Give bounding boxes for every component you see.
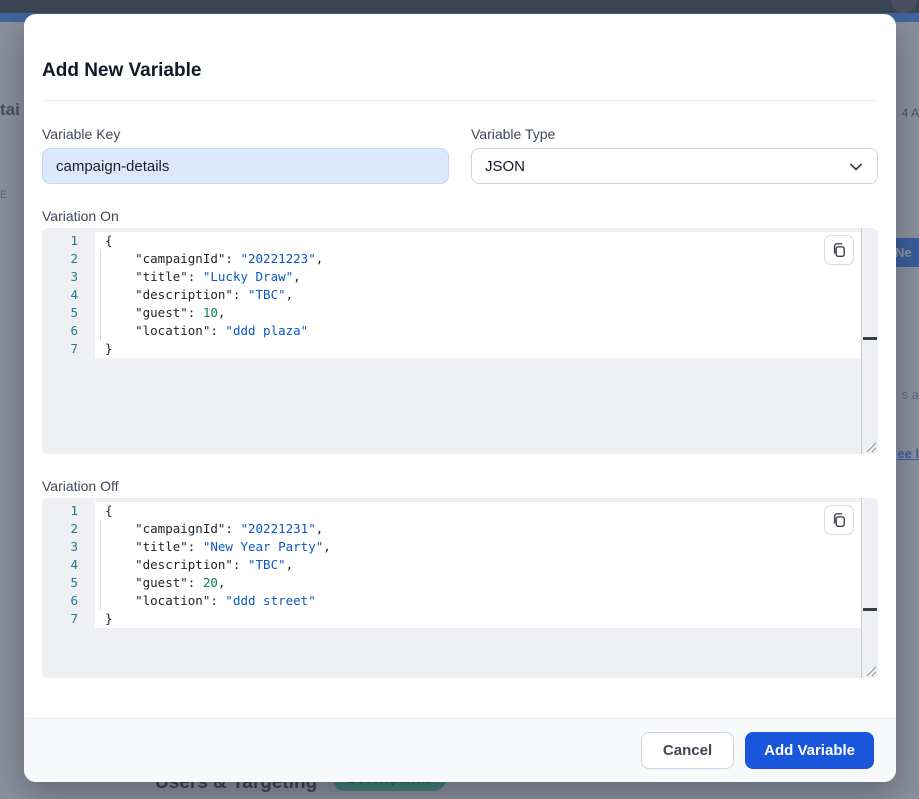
code-line[interactable]: 5 "guest": 20, (42, 574, 862, 592)
code-line[interactable]: 4 "description": "TBC", (42, 556, 862, 574)
line-content[interactable]: } (95, 340, 862, 358)
line-content[interactable]: "title": "New Year Party", (95, 538, 862, 556)
variable-key-label: Variable Key (42, 126, 449, 142)
line-number: 6 (42, 592, 95, 610)
code-line[interactable]: 4 "description": "TBC", (42, 286, 862, 304)
modal-title: Add New Variable (42, 60, 878, 82)
variation-off-label: Variation Off (42, 478, 878, 494)
line-content[interactable]: "campaignId": "20221231", (95, 520, 862, 538)
code-line[interactable]: 6 "location": "ddd plaza" (42, 322, 862, 340)
line-number: 1 (42, 502, 95, 520)
line-content[interactable]: "title": "Lucky Draw", (95, 268, 862, 286)
code-line[interactable]: 7} (42, 340, 862, 358)
code-line[interactable]: 7} (42, 610, 862, 628)
line-number: 6 (42, 322, 95, 340)
variation-off-editor[interactable]: 1{2 "campaignId": "20221231",3 "title": … (42, 498, 878, 678)
line-number: 3 (42, 538, 95, 556)
line-content[interactable]: } (95, 610, 862, 628)
code-area[interactable]: 1{2 "campaignId": "20221223",3 "title": … (42, 228, 878, 358)
cancel-button[interactable]: Cancel (641, 732, 734, 769)
copy-button[interactable] (824, 505, 854, 535)
line-content[interactable]: "guest": 20, (95, 574, 862, 592)
scrollbar-track (861, 498, 862, 678)
variation-on-label: Variation On (42, 208, 878, 224)
variation-on-editor[interactable]: 1{2 "campaignId": "20221223",3 "title": … (42, 228, 878, 454)
line-number: 7 (42, 610, 95, 628)
code-area[interactable]: 1{2 "campaignId": "20221231",3 "title": … (42, 498, 878, 628)
variable-key-field-group: Variable Key (42, 126, 449, 184)
scrollbar-track (861, 228, 862, 454)
indent-guide (100, 250, 101, 340)
line-number: 2 (42, 520, 95, 538)
line-number: 4 (42, 286, 95, 304)
variable-type-select[interactable]: JSON (471, 148, 878, 184)
line-content[interactable]: "location": "ddd street" (95, 592, 862, 610)
line-content[interactable]: { (95, 502, 862, 520)
modal-footer: Cancel Add Variable (24, 718, 896, 782)
line-number: 7 (42, 340, 95, 358)
variable-type-label: Variable Type (471, 126, 878, 142)
line-number: 3 (42, 268, 95, 286)
scrollbar-thumb[interactable] (863, 337, 877, 340)
add-variable-button[interactable]: Add Variable (745, 732, 874, 769)
line-number: 1 (42, 232, 95, 250)
copy-icon (831, 242, 847, 258)
code-line[interactable]: 2 "campaignId": "20221223", (42, 250, 862, 268)
code-line[interactable]: 1{ (42, 502, 862, 520)
code-line[interactable]: 3 "title": "New Year Party", (42, 538, 862, 556)
line-number: 4 (42, 556, 95, 574)
line-content[interactable]: "description": "TBC", (95, 286, 862, 304)
variable-type-field-group: Variable Type JSON (471, 126, 878, 184)
code-line[interactable]: 3 "title": "Lucky Draw", (42, 268, 862, 286)
resize-handle-icon[interactable] (865, 665, 876, 676)
scrollbar-thumb[interactable] (863, 608, 877, 611)
line-content[interactable]: "description": "TBC", (95, 556, 862, 574)
line-number: 5 (42, 574, 95, 592)
resize-handle-icon[interactable] (865, 441, 876, 452)
code-line[interactable]: 1{ (42, 232, 862, 250)
title-divider (42, 100, 878, 101)
code-line[interactable]: 2 "campaignId": "20221231", (42, 520, 862, 538)
line-content[interactable]: "guest": 10, (95, 304, 862, 322)
variable-key-input[interactable] (42, 148, 449, 184)
indent-guide (100, 520, 101, 610)
add-variable-modal: Add New Variable Variable Key Variable T… (24, 14, 896, 782)
line-number: 2 (42, 250, 95, 268)
line-content[interactable]: { (95, 232, 862, 250)
line-content[interactable]: "location": "ddd plaza" (95, 322, 862, 340)
code-line[interactable]: 6 "location": "ddd street" (42, 592, 862, 610)
chevron-down-icon (848, 159, 864, 180)
code-line[interactable]: 5 "guest": 10, (42, 304, 862, 322)
copy-icon (831, 512, 847, 528)
fields-row: Variable Key Variable Type JSON (42, 126, 878, 184)
line-content[interactable]: "campaignId": "20221223", (95, 250, 862, 268)
copy-button[interactable] (824, 235, 854, 265)
variable-type-selected-value: JSON (485, 158, 525, 175)
line-number: 5 (42, 304, 95, 322)
